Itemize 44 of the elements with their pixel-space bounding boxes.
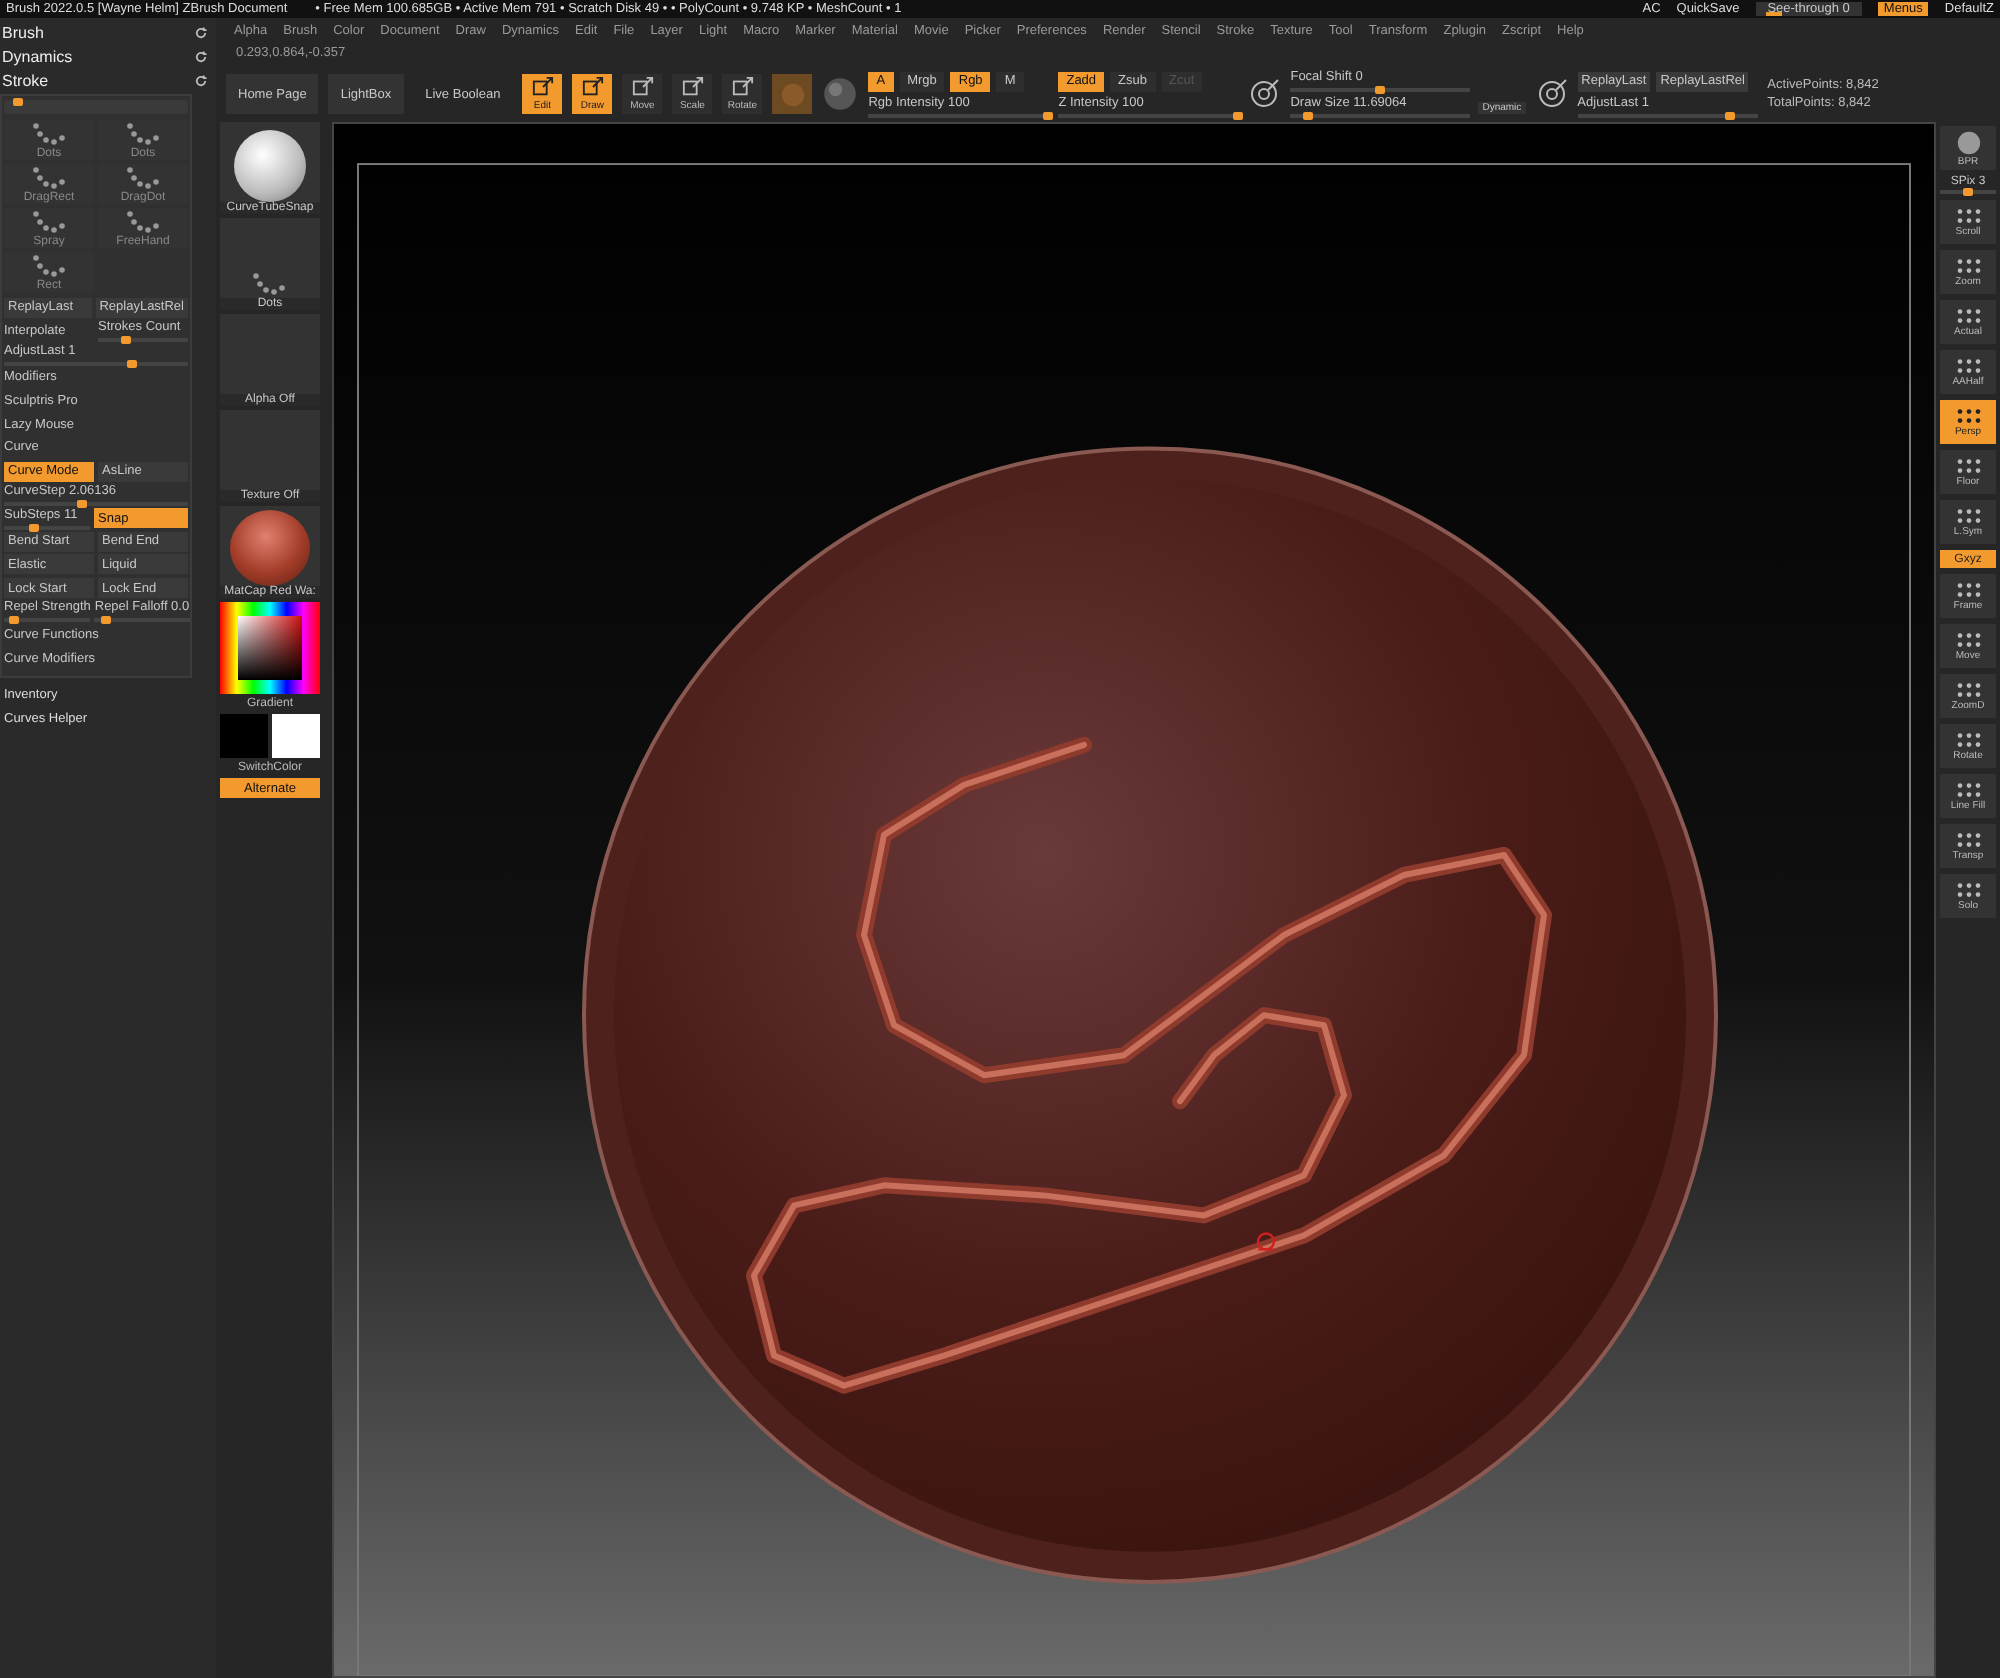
sphere-icon[interactable] [822,76,859,112]
dot-grid-icon [1955,507,1981,525]
dots-icon [29,208,69,236]
cursor-icon [1256,1232,1276,1251]
dot-grid-icon [1955,781,1981,799]
dots-icon [250,270,290,298]
refresh-icon[interactable] [194,49,208,63]
dot-grid-icon [1955,631,1981,649]
dot-grid-icon [1955,681,1981,699]
dot-grid-icon [1955,207,1981,225]
dot-grid-icon [1955,581,1981,599]
refresh-icon[interactable] [194,73,208,87]
dot-grid-icon [1955,257,1981,275]
dot-grid-icon [1955,881,1981,899]
sphere-icon [1955,129,1981,155]
dots-icon [123,164,163,192]
square-arrow-icon [631,76,654,98]
refresh-icon[interactable] [194,25,208,39]
dots-icon [29,252,69,280]
square-arrow-icon [681,76,704,98]
dot-grid-icon [1955,457,1981,475]
dots-icon [29,164,69,192]
palette-header[interactable]: Stroke [0,68,216,92]
palette-header[interactable]: Brush [0,20,216,44]
square-arrow-icon [731,76,754,98]
dot-grid-icon [1955,407,1981,425]
dots-icon [123,208,163,236]
dot-grid-icon [1955,307,1981,325]
brush-ring-icon[interactable] [1248,78,1281,110]
brush-ring-icon[interactable] [1535,78,1568,110]
color-swatch[interactable] [220,714,268,758]
palette-header[interactable]: Dynamics [0,44,216,68]
dots-icon [123,120,163,148]
square-arrow-icon [531,76,554,98]
sphere-icon [777,79,808,109]
color-picker[interactable] [220,602,320,694]
dot-grid-icon [1955,831,1981,849]
color-swatch[interactable] [272,714,320,758]
dots-icon [29,120,69,148]
square-arrow-icon [581,76,604,98]
panel-header-slider[interactable] [4,100,188,114]
dot-grid-icon [1955,731,1981,749]
dot-grid-icon [1955,357,1981,375]
material-button[interactable] [772,74,813,114]
